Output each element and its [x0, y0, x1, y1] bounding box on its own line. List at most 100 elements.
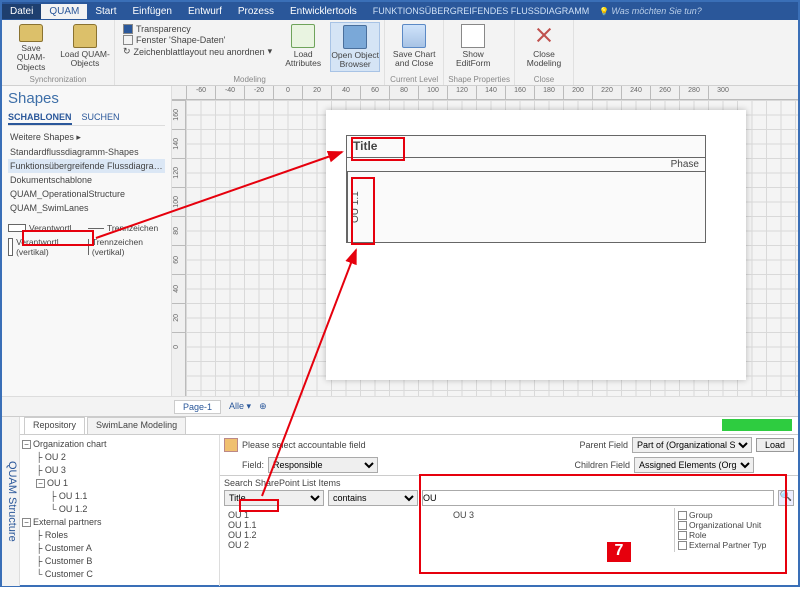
- shapes-panel: Shapes SCHABLONEN SUCHEN Weitere Shapes …: [2, 86, 172, 396]
- stencil-dokumentschablone[interactable]: Dokumentschablone: [8, 173, 165, 187]
- search-field-select[interactable]: Title: [224, 490, 324, 506]
- browser-icon: [343, 25, 367, 49]
- tree-toggle[interactable]: −: [22, 440, 31, 449]
- shape-data-window-toggle[interactable]: Fenster 'Shape-Daten': [123, 35, 272, 45]
- field-search-pane: Please select accountable field Parent F…: [220, 435, 798, 586]
- tab-einfuegen[interactable]: Einfügen: [124, 4, 179, 19]
- close-icon: [532, 24, 556, 48]
- ribbon-group-close: Close Modeling Close: [515, 20, 574, 85]
- tree-org-chart[interactable]: Organization chart: [33, 439, 107, 449]
- close-modeling-button[interactable]: Close Modeling: [519, 22, 569, 72]
- tree-external[interactable]: External partners: [33, 517, 102, 527]
- result-item[interactable]: OU 3: [453, 510, 670, 520]
- tree-roles[interactable]: ├ Roles: [22, 529, 217, 542]
- swimlane-phase[interactable]: Phase: [347, 158, 705, 172]
- tree-toggle[interactable]: −: [22, 518, 31, 527]
- swimlane-lane[interactable]: OU 1.1: [347, 172, 705, 242]
- swimlane-lane-label[interactable]: OU 1.1: [347, 172, 369, 242]
- transparency-toggle[interactable]: Transparency: [123, 24, 272, 34]
- load-attr-label: Load Attributes: [280, 50, 326, 69]
- load-button[interactable]: Load: [756, 438, 794, 452]
- ribbon-group-sync-label: Synchronization: [6, 75, 110, 85]
- tree-ou1[interactable]: −OU 1: [22, 477, 217, 490]
- tree-ou11[interactable]: ├ OU 1.1: [22, 490, 217, 503]
- load-quam-objects-button[interactable]: Load QUAM-Objects: [60, 22, 110, 72]
- tab-entwurf[interactable]: Entwurf: [180, 4, 230, 19]
- ribbon-group-sp-label: Shape Properties: [448, 75, 510, 85]
- swimlane-title[interactable]: Title: [347, 136, 705, 158]
- tree-ou12[interactable]: └ OU 1.2: [22, 503, 217, 516]
- page-tab-all[interactable]: Alle ▾: [229, 401, 251, 412]
- open-object-browser-button[interactable]: Open Object Browser: [330, 22, 380, 72]
- parent-field-select[interactable]: Part of (Organizational St: [632, 437, 752, 453]
- relayout-button[interactable]: ↻ Zeichenblattlayout neu anordnen ▾: [123, 46, 272, 57]
- tab-prozess[interactable]: Prozess: [230, 4, 282, 19]
- tree-cust-b[interactable]: ├ Customer B: [22, 555, 217, 568]
- field-label: Field:: [242, 460, 264, 470]
- save-quam-label: Save QUAM-Objects: [6, 44, 56, 72]
- result-item[interactable]: OU 2: [228, 540, 445, 550]
- org-tree: −Organization chart ├ OU 2 ├ OU 3 −OU 1 …: [20, 435, 220, 586]
- tree-ou3[interactable]: ├ OU 3: [22, 464, 217, 477]
- stencil-funktionsuebergreifend[interactable]: Funktionsübergreifende Flussdiagram…: [8, 159, 165, 173]
- show-editform-button[interactable]: Show EditForm: [448, 22, 498, 72]
- field-select[interactable]: Responsible: [268, 457, 378, 473]
- save-icon: [402, 24, 426, 48]
- save-chart-close-button[interactable]: Save Chart and Close: [389, 22, 439, 72]
- tab-datei[interactable]: Datei: [2, 4, 41, 19]
- page-tab-add[interactable]: ⊕: [259, 401, 267, 412]
- search-header: Search SharePoint List Items: [224, 478, 794, 488]
- ribbon-group-shape-props: Show EditForm Shape Properties: [444, 20, 515, 85]
- search-term-input[interactable]: [422, 490, 774, 506]
- ribbon-group-modeling: Transparency Fenster 'Shape-Daten' ↻ Zei…: [115, 20, 385, 85]
- search-operator-select[interactable]: contains: [328, 490, 418, 506]
- search-icon[interactable]: 🔍: [778, 490, 794, 506]
- type-checkbox[interactable]: [678, 541, 687, 550]
- stencil-more-shapes[interactable]: Weitere Shapes ▸: [8, 130, 165, 145]
- type-checkbox[interactable]: [678, 531, 687, 540]
- shapes-tab-suchen[interactable]: SUCHEN: [82, 111, 120, 125]
- ribbon-group-modeling-label: Modeling: [119, 75, 380, 85]
- result-item[interactable]: OU 1.2: [228, 530, 445, 540]
- tab-start[interactable]: Start: [87, 4, 124, 19]
- document-title: FUNKTIONSÜBERGREIFENDES FLUSSDIAGRAMM: [373, 6, 590, 16]
- type-filter: Group Organizational Unit Role External …: [674, 508, 794, 552]
- stencil-shape-verantwortl[interactable]: Verantwortl…: [8, 223, 82, 233]
- result-item[interactable]: OU 1: [228, 510, 445, 520]
- save-quam-objects-button[interactable]: Save QUAM-Objects: [6, 22, 56, 72]
- swimlane-lane-body[interactable]: [369, 172, 705, 242]
- tree-ou2[interactable]: ├ OU 2: [22, 451, 217, 464]
- bottom-tab-swimlane-modeling[interactable]: SwimLane Modeling: [87, 417, 186, 434]
- children-field-select[interactable]: Assigned Elements (Orga: [634, 457, 754, 473]
- stencil-shape-trennzeichen[interactable]: Trennzeichen: [88, 223, 162, 233]
- tab-entwicklertools[interactable]: Entwicklertools: [282, 4, 365, 19]
- quam-structure-label[interactable]: QUAM Structure: [2, 417, 20, 586]
- page-tab-1[interactable]: Page-1: [174, 400, 221, 414]
- tree-cust-a[interactable]: ├ Customer A: [22, 542, 217, 555]
- search-results-col1: OU 1 OU 1.1 OU 1.2 OU 2: [224, 508, 449, 552]
- shapes-tab-schablonen[interactable]: SCHABLONEN: [8, 111, 72, 125]
- load-quam-label: Load QUAM-Objects: [60, 50, 110, 69]
- drawing-canvas[interactable]: Title Phase OU 1.1: [186, 100, 798, 396]
- status-bar-green: [722, 419, 792, 431]
- tell-me-search[interactable]: Was möchten Sie tun?: [599, 6, 702, 16]
- stencil-quam-swimlanes[interactable]: QUAM_SwimLanes: [8, 201, 165, 215]
- swimlane-container[interactable]: Title Phase OU 1.1: [346, 135, 706, 243]
- bottom-tab-repository[interactable]: Repository: [24, 417, 85, 434]
- ruler-vertical: 160140120100806040200: [172, 100, 186, 396]
- tab-quam[interactable]: QUAM: [41, 4, 87, 19]
- ruler-horizontal: -60-40-200204060801001201401601802002202…: [172, 86, 798, 100]
- stencil-shape-verantwortl-v[interactable]: Verantwortl… (vertikal): [8, 237, 82, 257]
- stencil-shape-trennzeichen-v[interactable]: Trennzeichen (vertikal): [88, 237, 162, 257]
- type-checkbox[interactable]: [678, 511, 687, 520]
- shapes-title: Shapes: [8, 90, 165, 107]
- load-attributes-button[interactable]: Load Attributes: [280, 22, 326, 72]
- ribbon-group-cl-label: Current Level: [389, 75, 439, 85]
- stencil-standard[interactable]: Standardflussdiagramm-Shapes: [8, 145, 165, 159]
- stencil-quam-operational[interactable]: QUAM_OperationalStructure: [8, 187, 165, 201]
- search-pane: Search SharePoint List Items Title conta…: [220, 475, 798, 554]
- tree-cust-c[interactable]: └ Customer C: [22, 568, 217, 581]
- bottom-pane: QUAM Structure Repository SwimLane Model…: [2, 416, 798, 586]
- type-checkbox[interactable]: [678, 521, 687, 530]
- result-item[interactable]: OU 1.1: [228, 520, 445, 530]
